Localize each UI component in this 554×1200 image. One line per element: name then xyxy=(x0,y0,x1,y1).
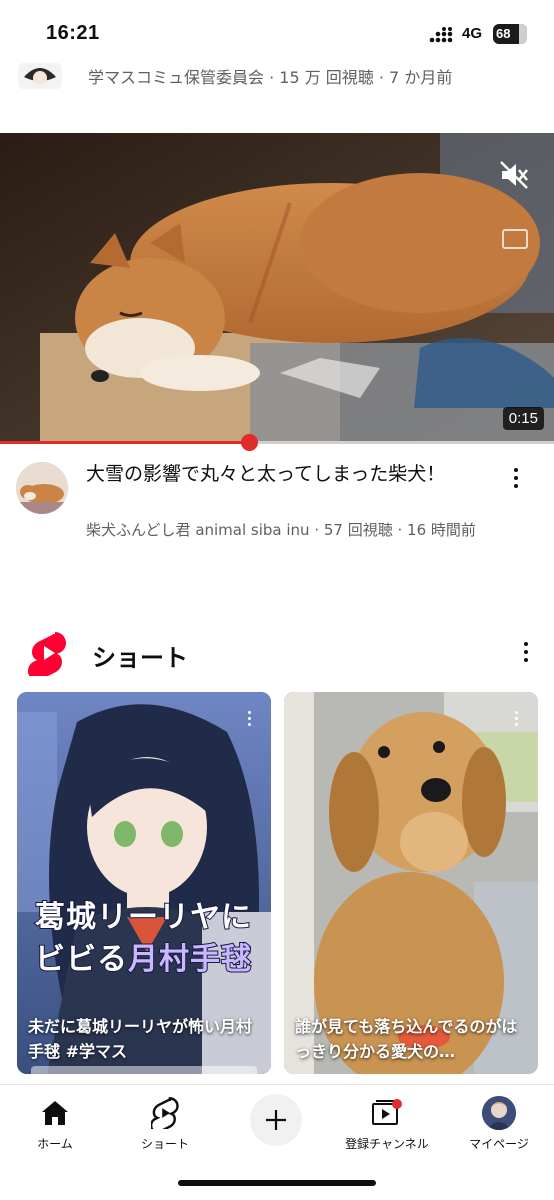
shorts-logo-icon xyxy=(28,632,66,676)
previous-video-meta-text: 学マスコミュ保管委員会 · 15 万 回視聴 · 7 か月前 xyxy=(88,68,453,87)
short-card[interactable]: 葛城リーリヤに ビビる月村手毬 未だに葛城リーリヤが怖い月村手毬 #学マス xyxy=(17,692,271,1074)
shorts-section-header: ショート xyxy=(28,628,538,678)
user-avatar xyxy=(482,1096,516,1130)
video-title[interactable]: 大雪の影響で丸々と太ってしまった柴犬！ xyxy=(86,460,466,488)
nav-you[interactable]: マイページ xyxy=(449,1095,549,1152)
battery-level: 68 xyxy=(496,26,511,41)
nav-you-label: マイページ xyxy=(469,1137,529,1151)
progress-scrubber[interactable] xyxy=(241,434,259,451)
channel-avatar[interactable] xyxy=(16,462,68,514)
home-indicator xyxy=(178,1180,376,1186)
shorts-more-options-icon[interactable] xyxy=(514,640,538,664)
video-progress-fill xyxy=(0,441,250,444)
battery-icon: 68 xyxy=(493,24,527,44)
mute-icon[interactable] xyxy=(498,159,530,191)
subscriptions-icon xyxy=(372,1099,402,1125)
shorts-section-title: ショート xyxy=(92,644,188,672)
nav-subscriptions[interactable]: 登録チャンネル xyxy=(337,1095,437,1152)
overlay-line-2: ビビる月村手毬 xyxy=(34,939,265,981)
short-overlay-title: 葛城リーリヤに ビビる月村手毬 xyxy=(34,897,265,981)
nav-subscriptions-label: 登録チャンネル xyxy=(345,1137,429,1151)
nav-shorts-label: ショート xyxy=(140,1137,189,1151)
captions-icon[interactable] xyxy=(502,229,528,249)
short-caption: 誰が見ても落ち込んでるのがはっきり分かる愛犬の… xyxy=(295,1017,518,1061)
video-meta: 柴犬ふんどし君 animal siba inu · 57 回視聴 · 16 時間… xyxy=(86,521,476,539)
create-button[interactable] xyxy=(250,1094,302,1146)
nav-home-label: ホーム xyxy=(37,1137,73,1151)
short-more-options-icon[interactable] xyxy=(504,706,528,730)
more-options-icon[interactable] xyxy=(504,466,528,490)
short-caption: 未だに葛城リーリヤが怖い月村手毬 #学マス xyxy=(28,1017,253,1061)
overlay-line-1: 葛城リーリヤに xyxy=(34,899,252,936)
video-info[interactable]: 大雪の影響で丸々と太ってしまった柴犬！ 柴犬ふんどし君 animal siba … xyxy=(16,460,544,575)
nav-home[interactable]: ホーム xyxy=(5,1095,105,1152)
nav-shorts[interactable]: ショート xyxy=(115,1095,215,1152)
short-more-options-icon[interactable] xyxy=(237,706,261,730)
overlay-line-2b: 月村手毬 xyxy=(127,941,252,978)
video-thumbnail-shiba xyxy=(0,133,554,442)
short-card[interactable]: 誰が見ても落ち込んでるのがはっきり分かる愛犬の… xyxy=(284,692,538,1074)
signal-icon xyxy=(429,27,453,43)
shorts-icon xyxy=(151,1097,179,1129)
video-progress-bar[interactable] xyxy=(0,434,554,451)
status-time: 16:21 xyxy=(46,22,100,44)
previous-video-meta[interactable]: 学マスコミュ保管委員会 · 15 万 回視聴 · 7 か月前 xyxy=(18,60,544,92)
plus-icon xyxy=(266,1110,286,1130)
channel-avatar[interactable] xyxy=(18,63,62,89)
short-card-bar xyxy=(31,1066,257,1074)
overlay-line-2a: ビビる xyxy=(34,941,128,978)
status-bar: 16:21 4G 68 xyxy=(0,0,554,64)
video-duration: 0:15 xyxy=(502,407,544,430)
network-type: 4G xyxy=(462,25,483,42)
home-icon xyxy=(42,1101,68,1125)
video-player[interactable]: 0:15 xyxy=(0,133,554,442)
